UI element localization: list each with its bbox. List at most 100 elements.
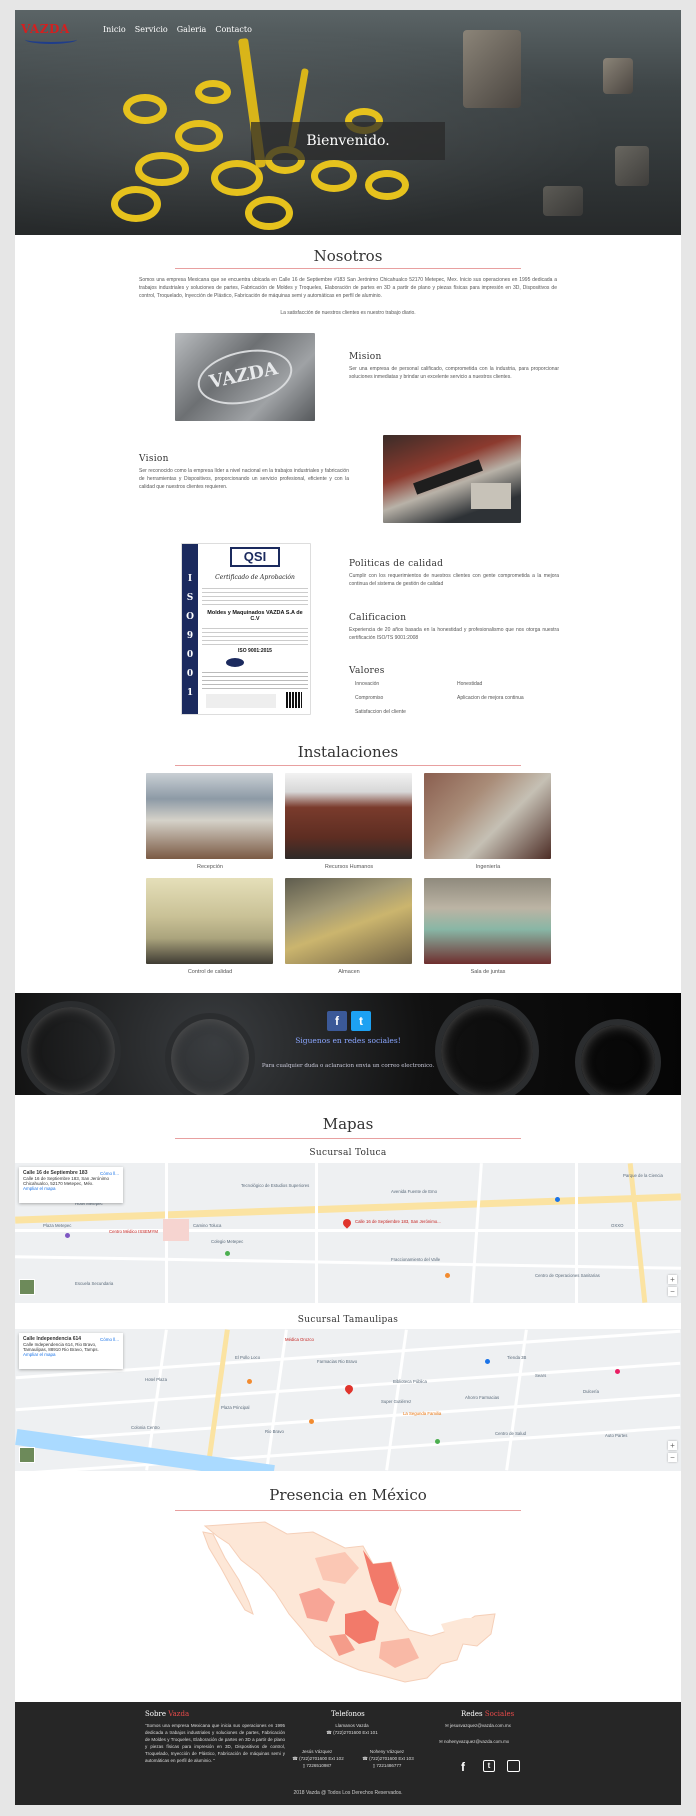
map-label: Rio Bravo [265, 1429, 284, 1434]
value-item: Aplicacion de mejora continua [457, 695, 524, 701]
map-poi-icon[interactable] [309, 1419, 314, 1424]
mission-title: Mision [349, 352, 382, 362]
map-poi-icon[interactable] [555, 1197, 560, 1202]
qsi-logo: QSI [230, 547, 280, 567]
directions-link[interactable]: Cómo ll... [100, 1337, 119, 1342]
map-label: Centro de Operaciones Sanitarias [535, 1273, 600, 1278]
map-label: El Pollo Loco [235, 1355, 261, 1360]
enlarge-map-link[interactable]: Ampliar el mapa [23, 1352, 119, 1357]
social-subtitle: Para cualquier duda o aclaracion envia u… [261, 1063, 435, 1069]
footer-about-text: "Somos una empresa Mexicana que inicia s… [145, 1723, 285, 1763]
facebook-icon[interactable]: f [327, 1011, 347, 1031]
map-label: Super Gutiérrez [381, 1399, 412, 1404]
facility-photo-engineering[interactable] [424, 773, 551, 859]
map-poi-icon[interactable] [247, 1379, 252, 1384]
vision-title: Vision [139, 454, 169, 464]
contact-phone[interactable]: ☎ (722)2701600 Ext 103 [353, 1755, 423, 1762]
nav-contacto[interactable]: Contacto [215, 25, 252, 34]
email-link[interactable]: ✉ nohenyvazquez@vazda.com.mx [439, 1738, 559, 1745]
map-label: Fraccionamiento del Valle [391, 1257, 441, 1262]
facility-caption: Control de calidad [187, 969, 233, 975]
zoom-in-button[interactable]: + [668, 1441, 677, 1450]
presence-divider [175, 1510, 521, 1511]
map-label: OXXO [611, 1223, 624, 1228]
facility-photo-reception[interactable] [146, 773, 273, 859]
satellite-toggle[interactable] [19, 1447, 35, 1463]
footer-twitter-icon[interactable]: t [483, 1760, 495, 1772]
map-label: Dulcería [583, 1389, 600, 1394]
map-tamaulipas[interactable]: Médica Orozco El Pollo Loco Farmacias Ri… [15, 1329, 681, 1471]
map-label: Centro de Salud [495, 1431, 527, 1436]
tamaulipas-title: Sucursal Tamaulipas [297, 1315, 399, 1325]
zoom-out-button[interactable]: − [668, 1453, 677, 1462]
hero-title: Bienvenido. [251, 122, 445, 160]
brand-logo-text: VAZDA [21, 22, 70, 36]
iso-letter: 0 [186, 650, 194, 660]
map-label: Colonia Centro [131, 1425, 160, 1430]
nav-servicio[interactable]: Servicio [135, 25, 168, 34]
mission-text: Ser una empresa de personal calificado, … [349, 366, 559, 380]
facility-photo-quality[interactable] [146, 878, 273, 964]
iso-letter: O [186, 612, 194, 622]
zoom-in-button[interactable]: + [668, 1275, 677, 1284]
footer-share-icon[interactable] [507, 1760, 520, 1772]
map-poi-icon[interactable] [485, 1359, 490, 1364]
iso-letter: 9 [186, 631, 194, 641]
map-poi-icon[interactable] [225, 1251, 230, 1256]
facility-photo-hr[interactable] [285, 773, 412, 859]
value-item: Compromiso [355, 695, 384, 701]
brand-logo[interactable]: VAZDA [21, 22, 81, 48]
facility-photo-warehouse[interactable] [285, 878, 412, 964]
map-label: Ahorro Farmacias [465, 1395, 500, 1400]
iso-letter: 0 [186, 669, 194, 679]
map-info-card: Calle Independencia 614 Calle Independen… [19, 1333, 123, 1369]
twitter-icon[interactable]: t [351, 1011, 371, 1031]
contact-phone[interactable]: ☎ (722)2701600 Ext 102 [283, 1755, 353, 1762]
map-pin-label: Calle 16 de Septiembre 183, San Jerónimo… [355, 1219, 441, 1224]
footer: Sobre Vazda "Somos una empresa Mexicana … [15, 1702, 681, 1805]
iso-letter: 1 [186, 688, 194, 698]
facility-caption: Sala de juntas [470, 969, 506, 975]
map-label: Biblioteca Pública [393, 1379, 427, 1384]
map-toluca[interactable]: Calle 16 de Septiembre 183, San Jerónimo… [15, 1163, 681, 1303]
map-poi-icon[interactable] [65, 1233, 70, 1238]
map-label: Avenida Fuente de Emo [391, 1189, 438, 1194]
zoom-out-button[interactable]: − [668, 1287, 677, 1296]
contact-name: Jesús Vázquez [301, 1749, 333, 1754]
satellite-toggle[interactable] [19, 1279, 35, 1295]
map-label: Escuela Secundaria [75, 1281, 114, 1286]
map-poi-icon[interactable] [445, 1273, 450, 1278]
nav-galeria[interactable]: Galeria [177, 25, 207, 34]
contact-cell[interactable]: ▯ 7221486777 [357, 1762, 417, 1769]
iso-letter: I [187, 574, 193, 584]
facility-photo-meeting[interactable] [424, 878, 551, 964]
map-label: La Segunda Familia [403, 1411, 442, 1416]
footer-about-title: Sobre Vazda [145, 1710, 190, 1718]
about-intro: Somos una empresa Mexicana que se encuen… [139, 277, 557, 299]
vazda-plate-image: VAZDA [175, 333, 315, 421]
certificate-heading: Certificado de Aprobación [215, 574, 295, 581]
email-link[interactable]: ✉ jesusvazquez@vazda.com.mx [445, 1722, 555, 1729]
presence-title: Presencia en México [269, 1486, 427, 1504]
map-info-card: Calle 16 de Septiembre 183 Calle 16 de S… [19, 1167, 123, 1203]
directions-link[interactable]: Cómo ll... [100, 1171, 119, 1176]
map-label: Hotel Plaza [145, 1377, 167, 1382]
footer-phone-main[interactable]: ☎ (722)2701600 Ext 101 [311, 1729, 393, 1736]
map-card-address: Calle 16 de Septiembre 183, San Jerónimo… [23, 1176, 110, 1186]
nav-inicio[interactable]: Inicio [103, 25, 126, 34]
logo-swoosh-icon [25, 35, 77, 44]
enlarge-map-link[interactable]: Ampliar el mapa [23, 1186, 119, 1191]
map-poi-icon[interactable] [615, 1369, 620, 1374]
qualification-text: Experiencia de 20 años basada en la hone… [349, 627, 559, 641]
footer-facebook-icon[interactable]: f [461, 1760, 465, 1774]
contact-cell[interactable]: ▯ 7226510987 [287, 1762, 347, 1769]
about-tagline: La satisfacción de nuestros clientes es … [280, 310, 416, 316]
iso-letter: S [186, 593, 194, 603]
facilities-title: Instalaciones [297, 743, 399, 761]
map-pin-icon[interactable] [341, 1217, 353, 1229]
about-divider [175, 268, 521, 269]
map-label: Colegio Metepec [211, 1239, 244, 1244]
hero-banner: VAZDA Inicio Servicio Galeria Contacto B… [15, 10, 681, 235]
map-poi-icon[interactable] [435, 1439, 440, 1444]
quality-title: Politicas de calidad [349, 559, 444, 569]
